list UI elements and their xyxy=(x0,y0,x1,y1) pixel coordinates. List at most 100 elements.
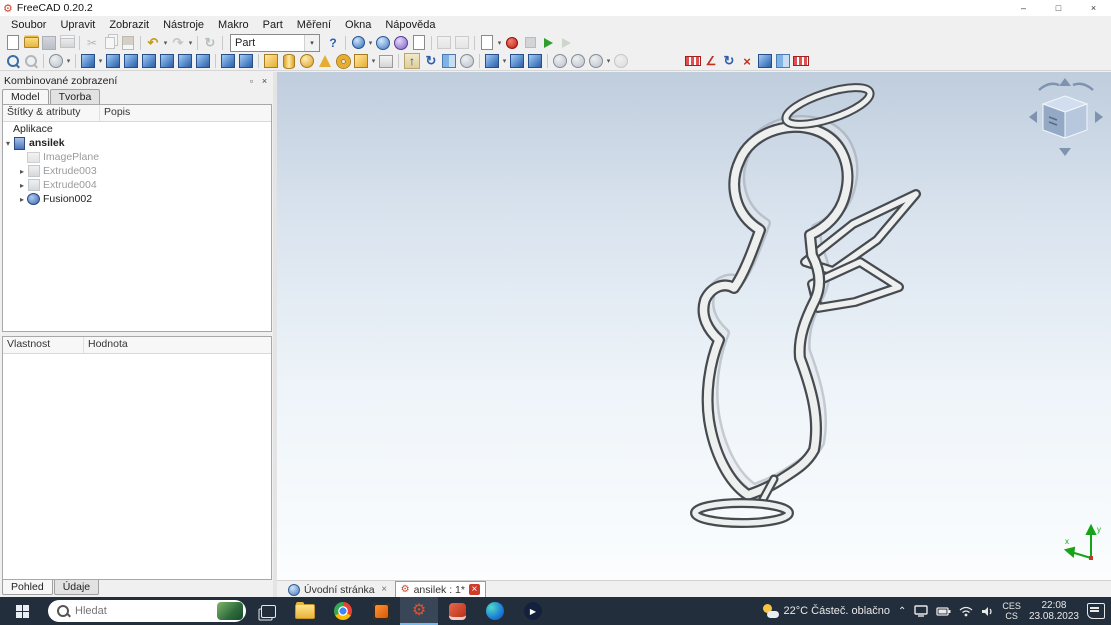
primitive-cone-button[interactable] xyxy=(316,52,334,70)
tree-item-extrude004[interactable]: Extrude004 xyxy=(3,178,271,192)
taskbar-clock[interactable]: 22:08 23.08.2023 xyxy=(1029,600,1079,622)
rear-view-button[interactable] xyxy=(158,52,176,70)
taskbar-app-edge[interactable] xyxy=(476,597,514,625)
start-button[interactable] xyxy=(0,597,44,625)
measure-linear-button[interactable] xyxy=(684,52,702,70)
measure-toggle-3d-button[interactable] xyxy=(756,52,774,70)
top-view-button[interactable] xyxy=(122,52,140,70)
taskbar-app-orange[interactable] xyxy=(362,597,400,625)
close-ansilek-icon[interactable]: × xyxy=(469,584,480,595)
macro-record-button[interactable] xyxy=(503,34,521,52)
navigation-cube[interactable] xyxy=(1027,76,1107,166)
menu-napoveda[interactable]: Nápověda xyxy=(378,18,442,32)
minimize-button[interactable]: – xyxy=(1006,0,1041,16)
wifi-tray-icon[interactable] xyxy=(959,606,973,617)
fit-selection-button[interactable] xyxy=(22,52,40,70)
primitives-dropdown-arrow[interactable] xyxy=(370,52,377,70)
taskbar-app-red[interactable] xyxy=(438,597,476,625)
taskbar-app-chrome[interactable] xyxy=(324,597,362,625)
boolean-common-button[interactable] xyxy=(526,52,544,70)
paste-button[interactable] xyxy=(119,34,137,52)
thickness-button[interactable] xyxy=(612,52,630,70)
tree-item-document[interactable]: ansilek xyxy=(3,136,271,150)
tree-root-application[interactable]: Aplikace xyxy=(3,122,271,136)
menu-part[interactable]: Part xyxy=(256,18,290,32)
panel-close-button[interactable]: × xyxy=(258,75,271,87)
tab-start-page[interactable]: Úvodní stránka × xyxy=(283,582,395,597)
tab-udaje[interactable]: Údaje xyxy=(54,580,99,595)
tab-ansilek-document[interactable]: ⚙ ansilek : 1* × xyxy=(395,581,486,597)
search-input[interactable] xyxy=(73,604,217,618)
tree-item-fusion002[interactable]: Fusion002 xyxy=(3,192,271,206)
primitive-torus-button[interactable] xyxy=(334,52,352,70)
link-make-button[interactable] xyxy=(349,34,367,52)
right-view-button[interactable] xyxy=(140,52,158,70)
link-dropdown-arrow[interactable] xyxy=(367,34,374,52)
action-center-icon[interactable] xyxy=(1087,603,1105,619)
print-button[interactable] xyxy=(58,34,76,52)
menu-soubor[interactable]: Soubor xyxy=(4,18,53,32)
close-button[interactable]: × xyxy=(1076,0,1111,16)
primitive-box-button[interactable] xyxy=(262,52,280,70)
axonometric-dropdown-arrow[interactable] xyxy=(97,52,104,70)
measure-refresh-button[interactable] xyxy=(720,52,738,70)
menu-zobrazit[interactable]: Zobrazit xyxy=(102,18,156,32)
measure-toggle-all-button[interactable] xyxy=(792,52,810,70)
menu-okna[interactable]: Okna xyxy=(338,18,378,32)
undo-button[interactable] xyxy=(144,34,162,52)
revolve-button[interactable] xyxy=(422,52,440,70)
copy-button[interactable] xyxy=(101,34,119,52)
taskbar-app-freecad[interactable]: ⚙ xyxy=(400,597,438,625)
fillet-button[interactable] xyxy=(458,52,476,70)
tab-pohled[interactable]: Pohled xyxy=(2,580,53,595)
documentation-button[interactable] xyxy=(410,34,428,52)
expand-icon[interactable] xyxy=(3,139,13,148)
primitive-cylinder-button[interactable] xyxy=(280,52,298,70)
macro-stop-button[interactable] xyxy=(521,34,539,52)
refresh-button[interactable] xyxy=(201,34,219,52)
menu-mereni[interactable]: Měření xyxy=(290,18,338,32)
front-view-button[interactable] xyxy=(104,52,122,70)
open-website-button[interactable] xyxy=(374,34,392,52)
maximize-button[interactable]: □ xyxy=(1041,0,1076,16)
new-document-button[interactable] xyxy=(4,34,22,52)
menu-makro[interactable]: Makro xyxy=(211,18,256,32)
primitive-sphere-button[interactable] xyxy=(298,52,316,70)
boolean-dropdown-arrow[interactable] xyxy=(501,52,508,70)
macro-debug-button[interactable] xyxy=(557,34,575,52)
extrude-button[interactable] xyxy=(404,53,420,69)
fit-all-button[interactable] xyxy=(4,52,22,70)
dependency-graph-button[interactable] xyxy=(435,34,453,52)
menu-nastroje[interactable]: Nástroje xyxy=(156,18,211,32)
isometric-view-button[interactable] xyxy=(79,52,97,70)
boolean-cut-button[interactable] xyxy=(508,52,526,70)
draw-style-dropdown-arrow[interactable] xyxy=(65,52,72,70)
whats-this-button[interactable] xyxy=(324,34,342,52)
create-primitives-button[interactable] xyxy=(352,52,370,70)
draw-style-button[interactable] xyxy=(47,52,65,70)
taskbar-app-media-player[interactable]: ▶ xyxy=(514,597,552,625)
open-document-button[interactable] xyxy=(22,34,40,52)
search-highlight-thumbnail[interactable] xyxy=(217,602,243,620)
menu-upravit[interactable]: Upravit xyxy=(53,18,102,32)
left-view-button[interactable] xyxy=(194,52,212,70)
macro-dropdown-arrow[interactable] xyxy=(496,34,503,52)
rotate-left-button[interactable] xyxy=(219,52,237,70)
boolean-union-button[interactable] xyxy=(483,52,501,70)
cut-button[interactable] xyxy=(83,34,101,52)
mirror-button[interactable] xyxy=(440,52,458,70)
volume-tray-icon[interactable] xyxy=(981,606,994,617)
scene-inspector-button[interactable] xyxy=(453,34,471,52)
macro-dialog-button[interactable] xyxy=(478,34,496,52)
offset-button[interactable] xyxy=(587,52,605,70)
rotate-right-button[interactable] xyxy=(237,52,255,70)
macro-execute-button[interactable] xyxy=(539,34,557,52)
redo-dropdown-arrow[interactable] xyxy=(187,34,194,52)
expand-icon[interactable] xyxy=(17,195,27,204)
expand-icon[interactable] xyxy=(17,181,27,190)
tree-item-extrude003[interactable]: Extrude003 xyxy=(3,164,271,178)
hidden-icons-chevron[interactable]: ⌃ xyxy=(898,606,906,617)
measure-angular-button[interactable] xyxy=(702,52,720,70)
panel-float-button[interactable]: ▫ xyxy=(245,75,258,87)
taskbar-app-file-explorer[interactable] xyxy=(286,597,324,625)
